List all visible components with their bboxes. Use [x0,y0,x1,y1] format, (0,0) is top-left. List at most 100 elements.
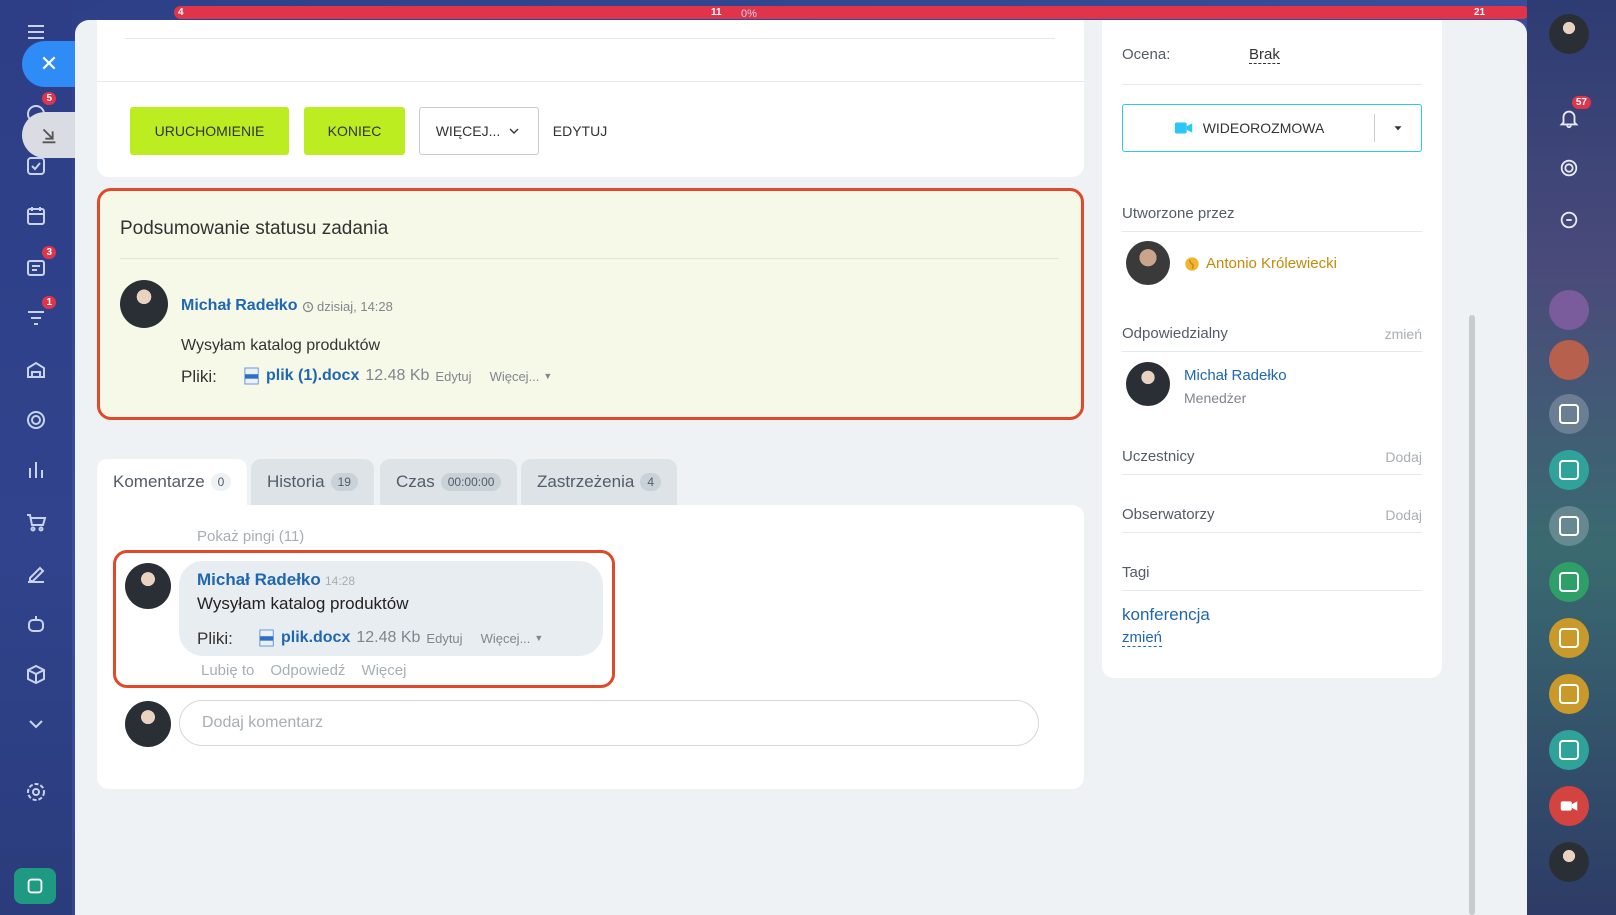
app-launcher-icon[interactable] [14,868,56,904]
tab-objections[interactable]: Zastrzeżenia 4 [521,459,678,505]
task-chat-icon[interactable] [1549,674,1589,714]
chevron-down-icon [509,128,519,134]
caret-down-icon [1394,126,1402,131]
minimize-slider-button[interactable] [22,112,76,158]
summary-author-link[interactable]: Michał Radełko [181,297,297,315]
summary-file: plik (1).docx 12.48 Kb Edytuj Więcej... … [244,367,552,385]
responsible-change-link[interactable]: zmień [1385,326,1422,342]
divider [1122,474,1422,475]
video-chat-icon[interactable] [1549,786,1589,826]
status-summary-box: Podsumowanie statusu zadania Michał Rade… [97,188,1084,420]
contact-avatar[interactable] [1549,842,1589,882]
rating-value[interactable]: Brak [1249,46,1280,64]
gear-icon[interactable] [18,774,54,810]
participants-add-link[interactable]: Dodaj [1385,449,1422,465]
start-button[interactable]: URUCHOMIENIE [130,107,289,155]
analytics-icon[interactable] [18,452,54,488]
current-user-avatar [125,701,171,747]
divider [125,38,1055,39]
tab-count: 4 [640,473,662,491]
comment-file-size: 12.48 Kb [356,629,421,646]
more-label: WIĘCEJ... [435,123,501,139]
box-icon[interactable] [18,656,54,692]
spiral-icon[interactable] [1549,148,1589,188]
tags-label: Tagi [1122,564,1150,581]
comment-file-edit-link[interactable]: Edytuj [426,631,462,646]
finish-button[interactable]: KONIEC [304,107,405,155]
task-chat-icon[interactable] [1549,506,1589,546]
feed-icon[interactable]: 3 [18,246,56,286]
responsible-name-link[interactable]: Michał Radełko [1184,367,1287,384]
user-avatar[interactable] [1549,14,1589,54]
more-dropdown-button[interactable]: WIĘCEJ... [419,107,539,155]
observers-label: Obserwatorzy [1122,506,1215,523]
divider [1122,532,1422,533]
summary-file-more-link[interactable]: Więcej... [490,369,540,384]
creator-avatar[interactable] [1126,241,1170,285]
created-by-label: Utworzone przez [1122,205,1235,222]
feed-counter: 3 [42,246,56,259]
chat-search-icon[interactable] [1549,200,1589,240]
summary-time-text: dzisiaj, 14:28 [317,299,393,314]
creator-link[interactable]: Antonio Królewiecki [1206,255,1337,272]
close-slider-button[interactable]: ✕ [22,41,76,87]
comment-author-link[interactable]: Michał Radełko [197,570,321,590]
top-counter: 21 [1470,6,1529,19]
summary-file-link[interactable]: plik (1).docx [266,367,359,385]
comment-file: plik.docx 12.48 Kb Edytuj Więcej... ▼ [259,629,543,647]
tag-link[interactable]: konferencja [1122,605,1210,625]
comment-file-more-link[interactable]: Więcej... [481,631,531,646]
summary-file-edit-link[interactable]: Edytuj [435,369,471,384]
task-info-card: Ocena: Brak WIDEOROZMOWA Utworzone przez… [1102,20,1442,678]
task-chat-icon[interactable] [1549,730,1589,770]
summary-title: Podsumowanie statusu zadania [120,218,389,239]
summary-file-size: 12.48 Kb [365,367,430,384]
tab-count: 00:00:00 [440,473,502,491]
tab-history[interactable]: Historia 19 [251,459,374,505]
task-chat-icon[interactable] [1549,618,1589,658]
tab-comments[interactable]: Komentarze 0 [97,459,248,505]
caret-down-icon: ▼ [534,633,544,643]
task-chat-icon[interactable] [1549,450,1589,490]
reply-link[interactable]: Odpowiedź [270,662,345,679]
observers-add-link[interactable]: Dodaj [1385,507,1422,523]
chevron-down-icon[interactable] [18,706,54,742]
add-comment-input[interactable]: Dodaj komentarz [179,700,1039,746]
divider [97,81,1084,82]
docx-file-icon [244,367,259,385]
task-actions-card: URUCHOMIENIE KONIEC WIĘCEJ... EDYTUJ [97,20,1084,177]
video-call-dropdown[interactable] [1375,121,1421,135]
tag-change-link[interactable]: zmień [1122,629,1163,647]
video-call-main[interactable]: WIDEOROZMOWA [1123,117,1374,139]
more-link[interactable]: Więcej [361,662,406,679]
divider [1122,84,1422,85]
bell-icon[interactable]: 57 [1549,96,1591,138]
tab-label: Historia [267,472,325,491]
author-avatar[interactable] [120,280,168,328]
contact-avatar[interactable] [1549,290,1589,330]
edit-button[interactable]: EDYTUJ [549,107,611,155]
video-call-button[interactable]: WIDEOROZMOWA [1122,104,1422,152]
filter-icon[interactable]: 1 [18,296,56,336]
scrollbar[interactable] [1469,315,1475,915]
comment-file-link[interactable]: plik.docx [281,629,350,647]
tab-time[interactable]: Czas 00:00:00 [380,459,518,505]
store-icon[interactable] [18,352,54,388]
divider [120,258,1059,259]
document-chat-icon[interactable] [1549,562,1589,602]
participants-label: Uczestnicy [1122,448,1195,465]
cart-icon[interactable] [18,504,54,540]
comment-author-avatar[interactable] [125,563,171,609]
show-pings-link[interactable]: Pokaż pingi (11) [197,528,304,545]
target-icon[interactable] [18,402,54,438]
contact-avatar[interactable] [1549,340,1589,380]
tab-label: Komentarze [113,472,205,491]
add-comment-placeholder: Dodaj komentarz [202,714,323,731]
like-link[interactable]: Lubię to [201,662,254,679]
robot-icon[interactable] [18,606,54,642]
task-chat-icon[interactable] [1549,394,1589,434]
calendar-icon[interactable] [18,198,54,234]
tab-count: 0 [210,473,232,491]
sign-icon[interactable] [18,556,54,592]
responsible-avatar[interactable] [1126,362,1170,406]
